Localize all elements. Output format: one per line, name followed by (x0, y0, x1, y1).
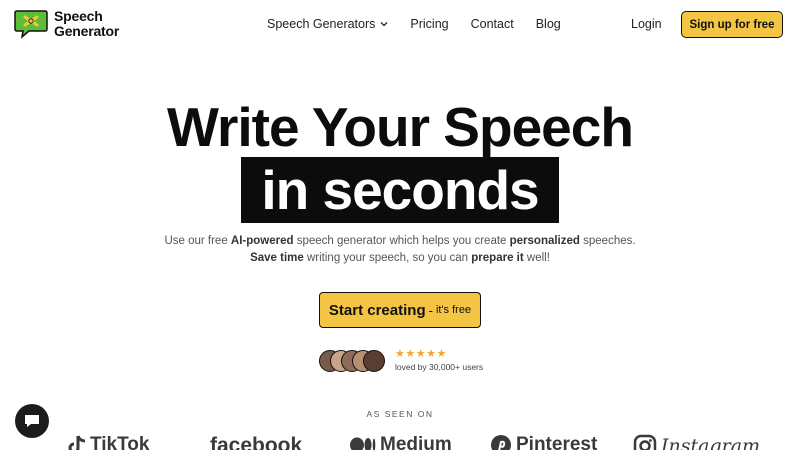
nav-links: Speech Generators Pricing Contact Blog (267, 17, 583, 31)
pinterest-label: Pinterest (516, 434, 598, 450)
sub1-a: Use our free (164, 235, 231, 247)
hero-subtitle-line1: Use our free AI-powered speech generator… (0, 233, 800, 250)
hero-title-highlight: in seconds (241, 157, 559, 223)
instagram-icon (633, 434, 657, 450)
sub2-b: writing your speech, so you can (303, 252, 472, 264)
cta-note: it's free (435, 304, 472, 316)
medium-logo: Medium (350, 434, 452, 450)
tiktok-logo: TikTok (68, 434, 149, 450)
top-nav: Speech Generator Speech Generators Prici… (0, 0, 800, 50)
signup-button[interactable]: Sign up for free (681, 11, 783, 38)
as-seen-on-label: AS SEEN ON (366, 409, 434, 419)
chat-bubble-icon (25, 415, 39, 427)
hero-subtitle-line2: Save time writing your speech, so you ca… (0, 250, 800, 267)
sub1-e: speeches. (579, 235, 636, 247)
medium-label: Medium (380, 434, 452, 450)
login-link[interactable]: Login (631, 17, 662, 31)
instagram-logo: Instagram (633, 434, 760, 450)
user-avatars (319, 350, 389, 374)
tiktok-label: TikTok (90, 434, 150, 450)
sub1-c: speech generator which helps you create (293, 235, 510, 247)
facebook-label: facebook (210, 434, 303, 450)
medium-icon (350, 437, 376, 450)
sub2-a: Save time (250, 252, 304, 264)
nav-speech-generators-label: Speech Generators (267, 17, 376, 31)
facebook-logo: facebook (210, 434, 302, 450)
nav-contact[interactable]: Contact (471, 17, 514, 31)
sub2-c: prepare it (471, 252, 524, 264)
hero-title-line2: in seconds (261, 159, 539, 221)
brand-name: Speech Generator (54, 9, 119, 39)
speech-bubble-logo-icon (14, 8, 50, 40)
hero-subtitle: Use our free AI-powered speech generator… (0, 233, 800, 267)
cta-separator: - (428, 302, 433, 318)
loved-by-text: loved by 30,000+ users (395, 362, 484, 372)
rating-stars: ★★★★★ (395, 348, 447, 360)
pinterest-logo: Pinterest (490, 434, 597, 450)
page: Speech Generator Speech Generators Prici… (0, 0, 800, 450)
brand-logo[interactable]: Speech Generator (14, 8, 119, 40)
nav-blog[interactable]: Blog (536, 17, 561, 31)
cta-main-label: Start creating (328, 301, 426, 319)
nav-speech-generators[interactable]: Speech Generators (267, 17, 388, 31)
sub1-b: AI-powered (230, 235, 294, 247)
brand-name-line1: Speech (54, 8, 103, 24)
instagram-label: Instagram (661, 435, 761, 450)
hero-title-line1: Write Your Speech (167, 96, 634, 158)
start-creating-button[interactable]: Start creating - it's free (319, 292, 481, 328)
pinterest-icon (491, 435, 511, 450)
chat-widget-button[interactable] (15, 404, 49, 438)
avatar (363, 350, 385, 372)
nav-pricing[interactable]: Pricing (410, 17, 448, 31)
chevron-down-icon (380, 22, 388, 27)
tiktok-icon (68, 435, 86, 450)
sub2-d: well! (523, 252, 550, 264)
brand-name-line2: Generator (54, 23, 120, 39)
press-logos: TikTok facebook Medium Pinterest Instagr… (0, 430, 800, 450)
sub1-d: personalized (509, 235, 580, 247)
